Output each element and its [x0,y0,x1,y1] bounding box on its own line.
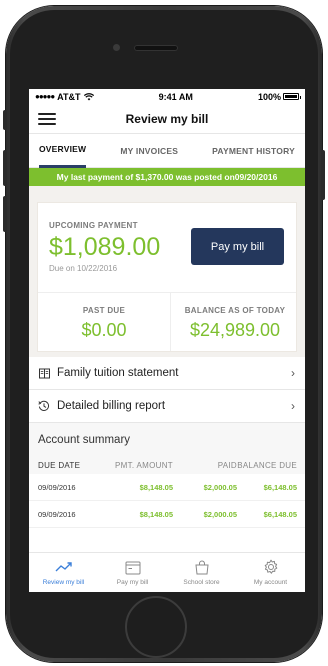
power-button [321,150,325,200]
tabbar-pay-my-bill[interactable]: Pay my bill [98,553,167,592]
past-due-value: $0.00 [81,320,127,340]
bottom-tab-bar: Review my bill Pay my bill School store [29,552,305,592]
mute-switch [3,110,7,130]
tabbar-label: My account [253,579,288,586]
header-balance-due: BALANCE DUE [237,460,297,470]
family-tuition-statement-link[interactable]: Family tuition statement › [29,357,305,390]
upcoming-payment-label: UPCOMING PAYMENT [49,221,138,230]
page-title: Review my bill [125,111,209,126]
status-bar: ●●●●● AT&T 9:41 AM 100% [29,89,305,104]
shopping-bag-icon [192,558,212,576]
status-time: 9:41 AM [158,91,193,102]
volume-up-button [3,150,7,186]
tab-payment-history[interactable]: PAYMENT HISTORY [212,134,295,168]
past-due-stat: PAST DUE $0.00 [38,306,170,341]
link-label: Family tuition statement [57,367,179,379]
battery-icon [283,93,301,100]
table-row: 09/09/2016 $8,148.05 $2,000.05 $6,148.05 [29,501,305,528]
tab-my-invoices[interactable]: MY INVOICES [120,134,178,168]
tabbar-label: Review my bill [42,579,85,586]
home-button[interactable] [125,596,187,658]
hamburger-menu-icon[interactable] [38,113,56,125]
card-divider [38,292,296,293]
trend-chart-icon [54,558,74,576]
last-payment-banner: My last payment of $1,370.00 was posted … [29,168,305,186]
payment-summary-card: UPCOMING PAYMENT $1,089.00 Due on 10/22/… [37,202,297,352]
past-due-label: PAST DUE [82,306,126,315]
detailed-billing-report-link[interactable]: Detailed billing report › [29,390,305,423]
account-summary-header: DUE DATE PMT. AMOUNT PAID BALANCE DUE [29,456,305,474]
volume-down-button [3,196,7,232]
account-summary-title: Account summary [29,423,305,456]
status-left: ●●●●● AT&T [35,92,94,102]
header-pmt-amount: PMT. AMOUNT [115,460,173,470]
upcoming-payment: UPCOMING PAYMENT $1,089.00 Due on 10/22/… [49,221,160,273]
earpiece-speaker [134,45,178,51]
nav-bar: Review my bill [29,104,305,134]
balance-label: BALANCE AS OF TODAY [184,306,286,315]
table-row: 09/09/2016 $8,148.05 $2,000.05 $6,148.05 [29,474,305,501]
signal-dots-icon: ●●●●● [35,92,55,101]
cell-paid: $2,000.05 [203,482,237,492]
gear-icon [261,558,281,576]
wallet-icon [123,558,143,576]
carrier-name: AT&T [57,91,81,102]
header-due-date: DUE DATE [38,460,81,470]
link-label: Detailed billing report [57,400,166,412]
cell-pmt-amount: $8,148.05 [139,482,173,492]
due-date-text: Due on 10/22/2016 [49,264,118,273]
tabbar-school-store[interactable]: School store [167,553,236,592]
app-screen: ●●●●● AT&T 9:41 AM 100% Review my bill O… [29,89,305,592]
cell-due-date: 09/09/2016 [38,482,76,492]
summary-section: UPCOMING PAYMENT $1,089.00 Due on 10/22/… [29,186,305,357]
document-icon [38,367,50,379]
link-left: Detailed billing report [38,400,165,412]
cell-paid: $2,000.05 [203,509,237,519]
wifi-icon [83,92,94,100]
battery-percent: 100% [257,91,281,102]
tab-overview[interactable]: OVERVIEW [39,134,87,168]
link-left: Family tuition statement [38,367,178,379]
pay-my-bill-button[interactable]: Pay my bill [191,228,284,265]
upcoming-payment-amount: $1,089.00 [49,233,161,261]
history-icon [38,400,50,412]
balance-value: $24,989.00 [189,320,281,340]
chevron-right-icon: › [291,366,295,380]
balance-stat: BALANCE AS OF TODAY $24,989.00 [171,306,299,341]
tabbar-label: Pay my bill [116,579,149,586]
cell-balance-due: $6,148.05 [263,482,297,492]
tab-bar: OVERVIEW MY INVOICES PAYMENT HISTORY [29,134,305,168]
cell-due-date: 09/09/2016 [38,509,76,519]
header-paid: PAID [217,460,237,470]
tabbar-my-account[interactable]: My account [236,553,305,592]
tabbar-label: School store [183,579,220,586]
front-camera [113,44,120,51]
cell-pmt-amount: $8,148.05 [139,509,173,519]
chevron-right-icon: › [291,399,295,413]
tabbar-review-my-bill[interactable]: Review my bill [29,553,98,592]
cell-balance-due: $6,148.05 [263,509,297,519]
status-right: 100% [257,91,301,102]
